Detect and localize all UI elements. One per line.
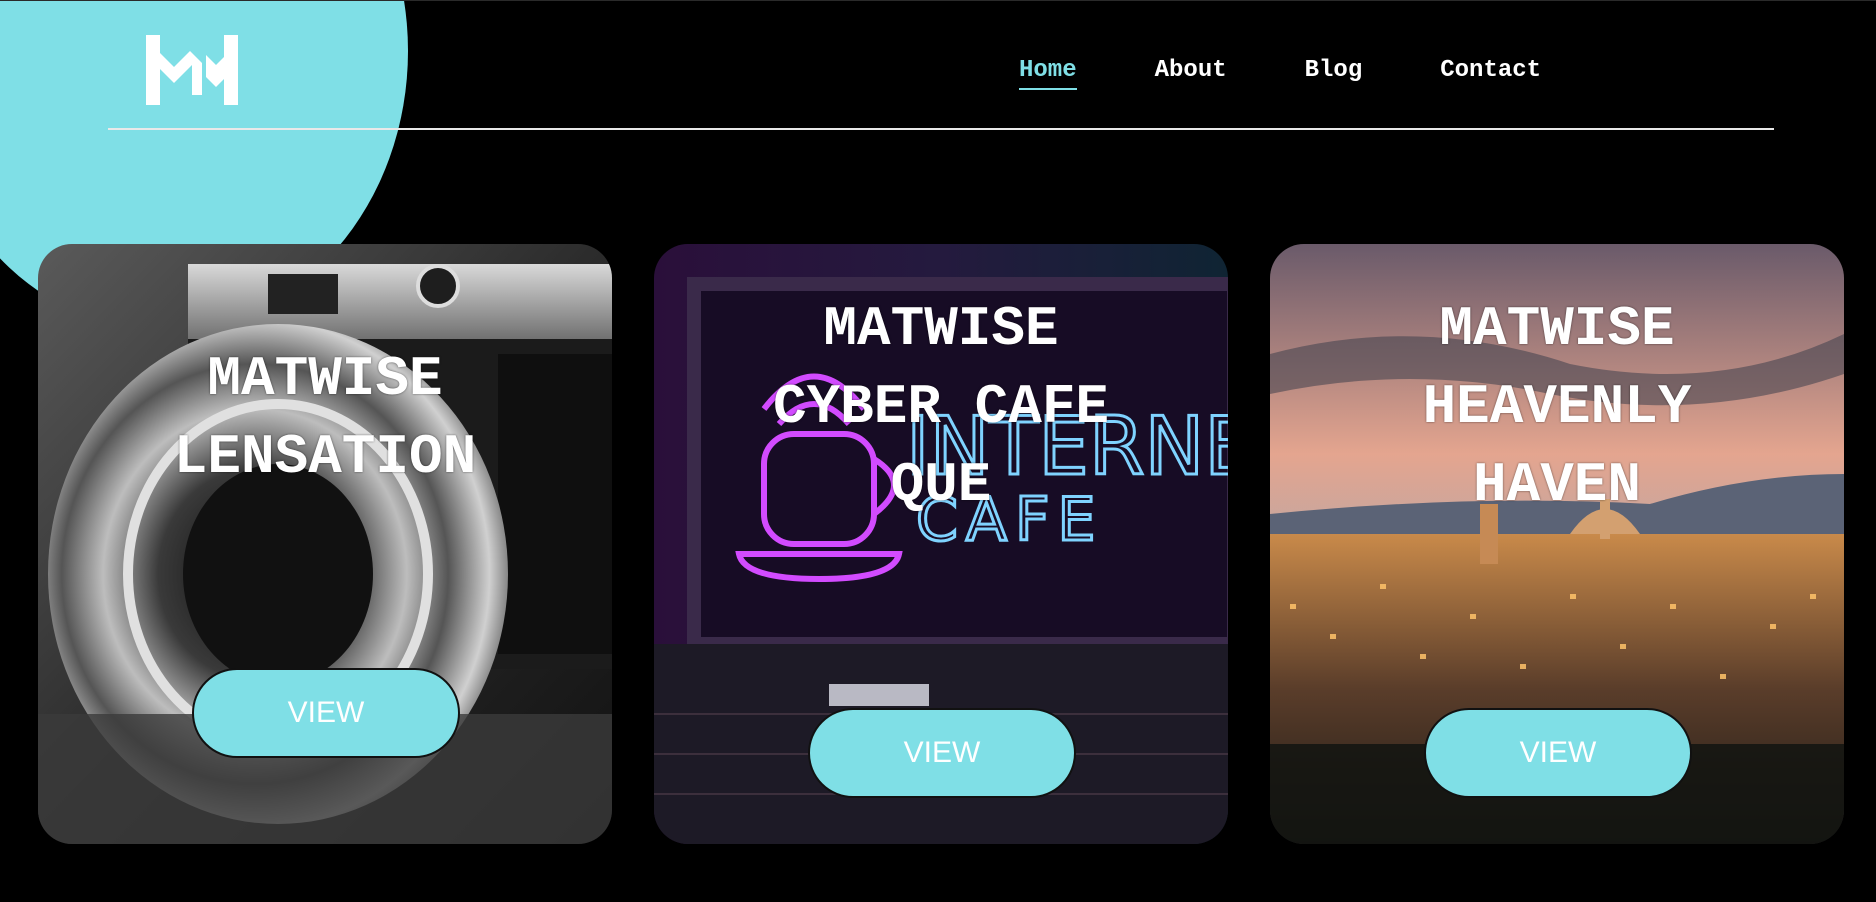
main-nav: Home About Blog Contact — [1019, 57, 1619, 90]
mw-logo-icon[interactable] — [144, 35, 240, 107]
card-cyber-cafe[interactable]: INTERNET CAFE MATWISE CYBER CAFE QUE VIE… — [654, 244, 1228, 844]
card-lensation[interactable]: MATWISE LENSATION VIEW — [38, 244, 612, 844]
card-title: MATWISE CYBER CAFE QUE — [772, 297, 1110, 517]
card-title: MATWISE HEAVENLY HAVEN — [1422, 297, 1692, 517]
nav-contact[interactable]: Contact — [1440, 57, 1541, 90]
page: Home About Blog Contact MATWISE LENSATIO… — [0, 0, 1876, 902]
nav-about[interactable]: About — [1155, 57, 1227, 90]
nav-blog[interactable]: Blog — [1305, 57, 1363, 90]
view-button[interactable]: VIEW — [192, 668, 460, 758]
card-title: MATWISE LENSATION — [173, 347, 477, 489]
view-button[interactable]: VIEW — [1424, 708, 1692, 798]
view-button[interactable]: VIEW — [808, 708, 1076, 798]
card-heavenly-haven[interactable]: MATWISE HEAVENLY HAVEN VIEW — [1270, 244, 1844, 844]
nav-divider — [108, 128, 1774, 130]
nav-home[interactable]: Home — [1019, 57, 1077, 90]
